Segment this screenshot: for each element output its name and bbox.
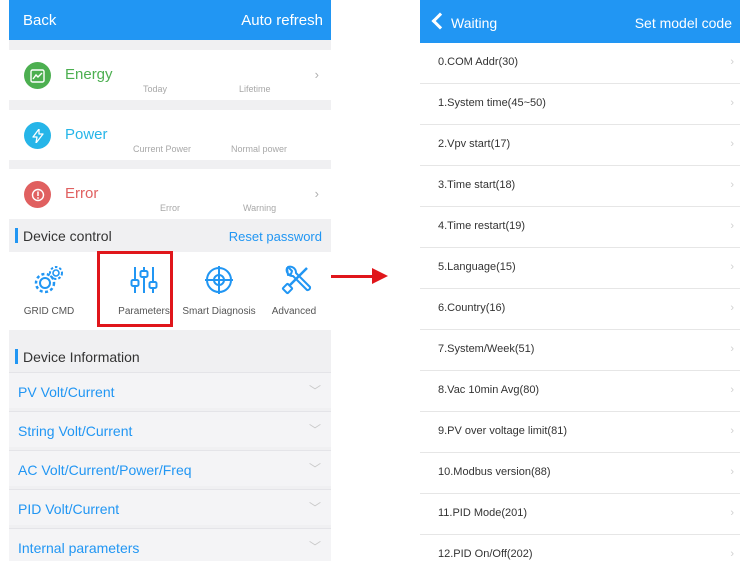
section-marker <box>15 349 18 364</box>
chevron-left-icon <box>431 12 449 30</box>
info-row-label: PV Volt/Current <box>18 384 115 400</box>
chevron-right-icon: › <box>730 261 734 273</box>
chevron-right-icon: › <box>730 179 734 191</box>
info-row-ac-volt-current-power-freq[interactable]: AC Volt/Current/Power/Freq ﹀ <box>9 450 331 486</box>
set-model-code-button[interactable]: Set model code <box>635 15 732 31</box>
parameter-label: 7.System/Week(51) <box>438 343 535 355</box>
parameters-screen: Waiting Set model code 0.COM Addr(30) › 1… <box>420 0 740 561</box>
waiting-label: Waiting <box>451 15 498 31</box>
chevron-right-icon: › <box>730 302 734 314</box>
energy-lifetime-label: Lifetime <box>239 84 271 94</box>
info-row-label: PID Volt/Current <box>18 501 120 517</box>
chevron-right-icon: › <box>730 220 734 232</box>
info-row-label: String Volt/Current <box>18 423 133 439</box>
chevron-right-icon: › <box>730 56 734 68</box>
info-row-label: AC Volt/Current/Power/Freq <box>18 462 192 478</box>
parameter-label: 12.PID On/Off(202) <box>438 548 533 560</box>
parameter-row[interactable]: 0.COM Addr(30) › <box>420 43 740 84</box>
lightning-icon <box>24 122 51 149</box>
back-button[interactable]: Back <box>23 12 56 29</box>
waiting-back-button[interactable]: Waiting <box>431 12 498 31</box>
parameter-label: 5.Language(15) <box>438 261 516 273</box>
parameter-row[interactable]: 9.PV over voltage limit(81) › <box>420 412 740 453</box>
crosshair-icon <box>205 266 233 294</box>
parameter-label: 0.COM Addr(30) <box>438 56 519 68</box>
device-control-header: Device control Reset password <box>9 223 331 249</box>
grid-cmd-button[interactable]: GRID CMD <box>9 252 89 330</box>
alert-icon <box>24 181 51 208</box>
parameter-row[interactable]: 6.Country(16) › <box>420 289 740 330</box>
info-row-internal-parameters[interactable]: Internal parameters ﹀ <box>9 528 331 561</box>
arrow-right-icon <box>372 268 388 284</box>
parameter-row[interactable]: 5.Language(15) › <box>420 248 740 289</box>
info-row-pv-volt-current[interactable]: PV Volt/Current ﹀ <box>9 372 331 408</box>
parameter-row[interactable]: 1.System time(45~50) › <box>420 84 740 125</box>
chevron-right-icon: › <box>730 548 734 560</box>
normal-power-label: Normal power <box>231 144 288 154</box>
parameter-row[interactable]: 11.PID Mode(201) › <box>420 494 740 535</box>
parameter-row[interactable]: 2.Vpv start(17) › <box>420 125 740 166</box>
device-information-header: Device Information <box>9 344 331 370</box>
energy-title: Energy <box>65 66 113 83</box>
parameter-label: 6.Country(16) <box>438 302 506 314</box>
wrench-screwdriver-icon <box>281 265 312 295</box>
power-title: Power <box>65 126 108 143</box>
parameter-row[interactable]: 10.Modbus version(88) › <box>420 453 740 494</box>
info-row-pid-volt-current[interactable]: PID Volt/Current ﹀ <box>9 489 331 525</box>
chart-icon <box>24 62 51 89</box>
parameter-label: 10.Modbus version(88) <box>438 466 551 478</box>
gears-icon <box>34 266 63 294</box>
parameter-label: 1.System time(45~50) <box>438 97 546 109</box>
smart-diagnosis-button[interactable]: Smart Diagnosis <box>177 252 261 330</box>
parameter-label: 9.PV over voltage limit(81) <box>438 425 567 437</box>
parameter-label: 8.Vac 10min Avg(80) <box>438 384 540 396</box>
advanced-button[interactable]: Advanced <box>257 252 331 330</box>
reset-password-link[interactable]: Reset password <box>229 229 322 244</box>
error-title: Error <box>65 185 99 202</box>
parameter-label: 3.Time start(18) <box>438 179 516 191</box>
section-marker <box>15 228 18 243</box>
smart-diagnosis-label: Smart Diagnosis <box>182 306 256 317</box>
chevron-right-icon: › <box>314 67 319 82</box>
chevron-right-icon: › <box>730 138 734 150</box>
info-row-string-volt-current[interactable]: String Volt/Current ﹀ <box>9 411 331 447</box>
parameter-label: 11.PID Mode(201) <box>438 507 528 519</box>
top-nav-bar: Waiting Set model code <box>420 0 740 43</box>
parameter-row[interactable]: 12.PID On/Off(202) › <box>420 535 740 561</box>
parameter-row[interactable]: 3.Time start(18) › <box>420 166 740 207</box>
device-information-label: Device Information <box>23 349 140 365</box>
parameters-highlight-box <box>97 251 173 327</box>
chevron-right-icon: › <box>730 384 734 396</box>
error-count-label: Error <box>160 203 180 213</box>
advanced-label: Advanced <box>271 306 317 317</box>
device-control-label: Device control <box>23 228 112 244</box>
chevron-right-icon: › <box>730 343 734 355</box>
parameter-row[interactable]: 4.Time restart(19) › <box>420 207 740 248</box>
parameter-label: 4.Time restart(19) <box>438 220 526 232</box>
chevron-right-icon: › <box>314 186 319 201</box>
current-power-label: Current Power <box>133 144 192 154</box>
energy-today-label: Today <box>143 84 168 94</box>
chevron-down-icon: ﹀ <box>308 501 321 515</box>
info-row-label: Internal parameters <box>18 540 140 556</box>
warning-count-label: Warning <box>243 203 277 213</box>
grid-cmd-label: GRID CMD <box>23 306 75 317</box>
chevron-right-icon: › <box>730 466 734 478</box>
chevron-down-icon: ﹀ <box>308 540 321 554</box>
parameter-row[interactable]: 7.System/Week(51) › <box>420 330 740 371</box>
chevron-right-icon: › <box>730 425 734 437</box>
parameter-label: 2.Vpv start(17) <box>438 138 511 150</box>
chevron-down-icon: ﹀ <box>308 462 321 476</box>
chevron-right-icon: › <box>730 97 734 109</box>
chevron-down-icon: ﹀ <box>308 384 321 398</box>
chevron-right-icon: › <box>730 507 734 519</box>
parameter-row[interactable]: 8.Vac 10min Avg(80) › <box>420 371 740 412</box>
chevron-down-icon: ﹀ <box>308 423 321 437</box>
energy-card[interactable]: Energy Today Lifetime › <box>9 50 331 100</box>
power-card[interactable]: Power Current Power Normal power <box>9 110 331 160</box>
arrow-shaft <box>331 275 373 278</box>
top-nav-bar: Back Auto refresh <box>9 0 331 40</box>
error-card[interactable]: Error Error Warning › <box>9 169 331 219</box>
auto-refresh-button[interactable]: Auto refresh <box>241 12 323 29</box>
